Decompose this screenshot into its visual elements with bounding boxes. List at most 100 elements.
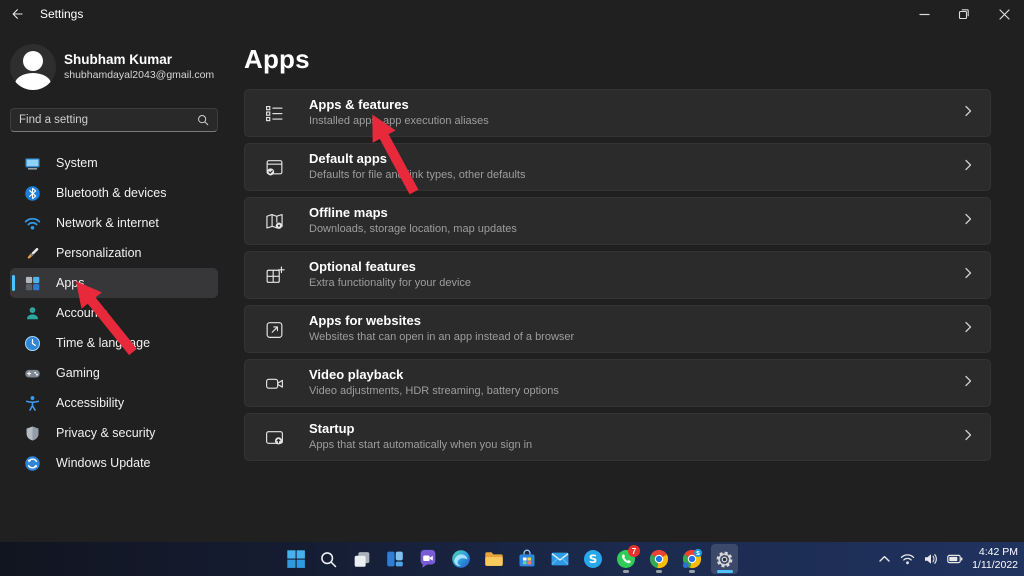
close-button[interactable] (984, 0, 1024, 28)
clock[interactable]: 4:42 PM 1/11/2022 (972, 546, 1018, 572)
file-explorer-icon (483, 548, 505, 570)
row-subtitle: Downloads, storage location, map updates (309, 222, 517, 236)
chevron-right-icon (962, 158, 974, 176)
taskbar-search-button[interactable] (315, 544, 342, 574)
sidebar-item-personalization[interactable]: Personalization (10, 238, 218, 268)
row-subtitle: Apps that start automatically when you s… (309, 438, 532, 452)
skype-button[interactable]: S (579, 544, 606, 574)
gaming-icon (24, 365, 41, 382)
mail-icon (549, 548, 571, 570)
system-tray: 4:42 PM 1/11/2022 (878, 542, 1018, 576)
svg-text:S: S (588, 552, 597, 566)
time-language-icon (24, 335, 41, 352)
apps-icon (24, 275, 41, 292)
avatar (10, 44, 56, 90)
chrome-profile-button[interactable]: S (678, 544, 705, 574)
active-app-indicator (717, 570, 733, 573)
account-profile[interactable]: Shubham Kumar shubhamdayal2043@gmail.com (10, 44, 218, 90)
account-email: shubhamdayal2043@gmail.com (64, 69, 214, 82)
row-apps-and-features[interactable]: Apps & features Installed apps, app exec… (244, 89, 991, 137)
taskbar-icons: S 7 (282, 542, 738, 576)
row-subtitle: Websites that can open in an app instead… (309, 330, 574, 344)
sidebar-item-label: Privacy & security (56, 426, 155, 440)
chat-button[interactable] (414, 544, 441, 574)
sidebar-item-label: Personalization (56, 246, 141, 260)
sidebar-item-accounts[interactable]: Accounts (10, 298, 218, 328)
sidebar-item-label: Windows Update (56, 456, 151, 470)
row-offline-maps[interactable]: Offline maps Downloads, storage location… (244, 197, 991, 245)
sidebar-item-network-internet[interactable]: Network & internet (10, 208, 218, 238)
gear-icon (714, 549, 735, 570)
sidebar-item-apps[interactable]: Apps (10, 268, 218, 298)
sidebar-item-privacy-security[interactable]: Privacy & security (10, 418, 218, 448)
chevron-right-icon (962, 266, 974, 284)
sidebar-item-label: System (56, 156, 98, 170)
chevron-up-icon[interactable] (878, 554, 891, 564)
optional-features-icon (263, 264, 285, 286)
widgets-icon (384, 548, 406, 570)
restore-button[interactable] (944, 0, 984, 28)
sidebar-item-label: Apps (56, 276, 85, 290)
settings-window: Settings Shubham Kumar s (0, 0, 1024, 576)
settings-search-box[interactable] (10, 108, 218, 132)
row-optional-features[interactable]: Optional features Extra functionality fo… (244, 251, 991, 299)
file-explorer-button[interactable] (480, 544, 507, 574)
sidebar-item-time-language[interactable]: Time & language (10, 328, 218, 358)
network-icon (24, 215, 41, 232)
volume-icon[interactable] (924, 553, 938, 565)
sidebar-item-bluetooth-devices[interactable]: Bluetooth & devices (10, 178, 218, 208)
row-video-playback[interactable]: Video playback Video adjustments, HDR st… (244, 359, 991, 407)
minimize-icon (919, 9, 930, 20)
accessibility-icon (24, 395, 41, 412)
default-apps-icon (263, 156, 285, 178)
row-title: Startup (309, 421, 532, 438)
edge-button[interactable] (447, 544, 474, 574)
account-name: Shubham Kumar (64, 52, 214, 69)
chevron-right-icon (962, 428, 974, 446)
sidebar-item-windows-update[interactable]: Windows Update (10, 448, 218, 478)
windows-start-icon (285, 548, 307, 570)
search-input[interactable] (19, 114, 197, 126)
row-startup[interactable]: Startup Apps that start automatically wh… (244, 413, 991, 461)
microsoft-store-button[interactable] (513, 544, 540, 574)
row-subtitle: Installed apps, app execution aliases (309, 114, 489, 128)
back-button[interactable] (0, 0, 34, 28)
row-subtitle: Defaults for file and link types, other … (309, 168, 525, 182)
restore-icon (958, 8, 970, 20)
tray-date: 1/11/2022 (972, 559, 1018, 572)
taskbar: S 7 (0, 542, 1024, 576)
whatsapp-button[interactable]: 7 (612, 544, 639, 574)
chrome-button[interactable] (645, 544, 672, 574)
widgets-button[interactable] (381, 544, 408, 574)
row-title: Apps & features (309, 97, 489, 114)
offline-maps-icon (263, 210, 285, 232)
sidebar-item-accessibility[interactable]: Accessibility (10, 388, 218, 418)
task-view-button[interactable] (348, 544, 375, 574)
battery-icon[interactable] (947, 553, 963, 565)
row-title: Offline maps (309, 205, 517, 222)
start-button[interactable] (282, 544, 309, 574)
close-icon (999, 9, 1010, 20)
row-apps-for-websites[interactable]: Apps for websites Websites that can open… (244, 305, 991, 353)
settings-taskbar-button[interactable] (711, 544, 738, 574)
page-title: Apps (244, 44, 991, 75)
arrow-left-icon (10, 7, 24, 21)
sidebar-item-label: Gaming (56, 366, 100, 380)
sidebar-item-gaming[interactable]: Gaming (10, 358, 218, 388)
sidebar-item-label: Time & language (56, 336, 150, 350)
row-default-apps[interactable]: Default apps Defaults for file and link … (244, 143, 991, 191)
wifi-icon[interactable] (900, 553, 915, 565)
row-title: Default apps (309, 151, 525, 168)
mail-button[interactable] (546, 544, 573, 574)
settings-list: Apps & features Installed apps, app exec… (244, 89, 991, 461)
chat-icon (417, 548, 439, 570)
minimize-button[interactable] (904, 0, 944, 28)
sidebar-item-system[interactable]: System (10, 148, 218, 178)
selected-indicator (12, 275, 15, 291)
whatsapp-notification-badge: 7 (628, 545, 640, 557)
system-icon (24, 155, 41, 172)
open-app-indicator (623, 570, 629, 573)
skype-icon: S (582, 548, 604, 570)
titlebar: Settings (0, 0, 1024, 28)
task-view-icon (351, 548, 373, 570)
